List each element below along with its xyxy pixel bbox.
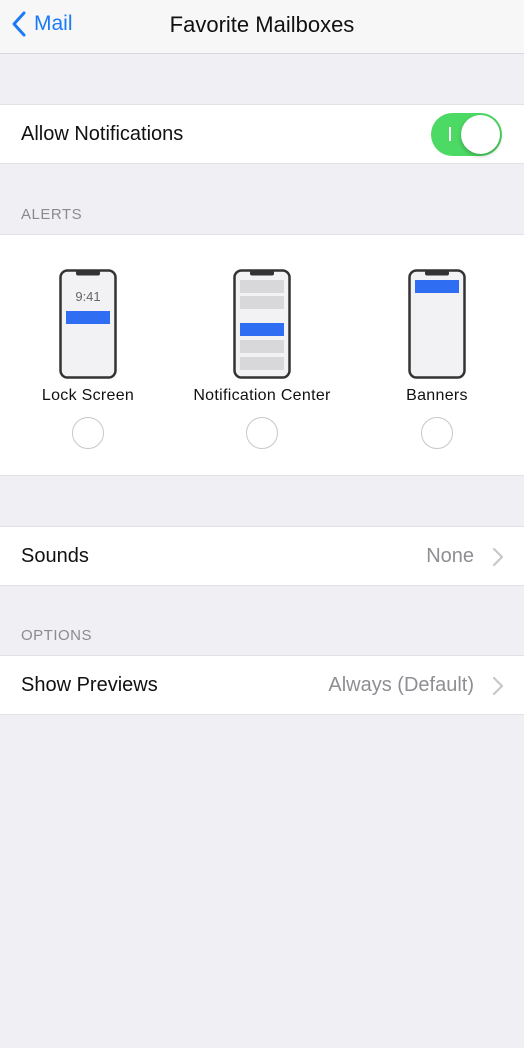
show-previews-row[interactable]: Show Previews Always (Default) (0, 655, 524, 715)
toggle-knob (461, 115, 500, 154)
show-previews-label: Show Previews (21, 674, 158, 696)
banners-phone-icon (408, 269, 466, 379)
navigation-bar: Mail Favorite Mailboxes (0, 0, 524, 54)
toggle-on-indicator (449, 127, 451, 141)
allow-notifications-label: Allow Notifications (21, 123, 184, 145)
allow-notifications-toggle[interactable] (431, 113, 502, 156)
banners-label: Banners (406, 387, 468, 404)
allow-notifications-row: Allow Notifications (0, 104, 524, 164)
sounds-row[interactable]: Sounds None (0, 526, 524, 586)
lock-screen-radio[interactable] (72, 417, 104, 449)
notification-center-label: Notification Center (193, 387, 331, 404)
chevron-right-icon (492, 676, 504, 696)
alerts-group: 9:41 Lock Screen Notification Center Ban… (0, 234, 524, 476)
lock-screen-phone-icon: 9:41 (59, 269, 117, 379)
notification-center-radio[interactable] (246, 417, 278, 449)
lock-screen-label: Lock Screen (41, 387, 135, 404)
sounds-value: None (426, 545, 474, 567)
alert-option-lock-screen: 9:41 Lock Screen (3, 269, 173, 449)
sounds-label: Sounds (21, 545, 89, 567)
chevron-right-icon (492, 547, 504, 567)
alerts-section-header: ALERTS (21, 206, 83, 223)
lock-screen-time: 9:41 (75, 289, 100, 304)
show-previews-value: Always (Default) (328, 674, 474, 696)
alert-option-notification-center: Notification Center (177, 269, 347, 449)
banners-radio[interactable] (421, 417, 453, 449)
page-title: Favorite Mailboxes (169, 12, 355, 37)
notification-center-phone-icon (233, 269, 291, 379)
options-section-header: OPTIONS (21, 627, 93, 644)
alert-option-banners: Banners (352, 269, 522, 449)
